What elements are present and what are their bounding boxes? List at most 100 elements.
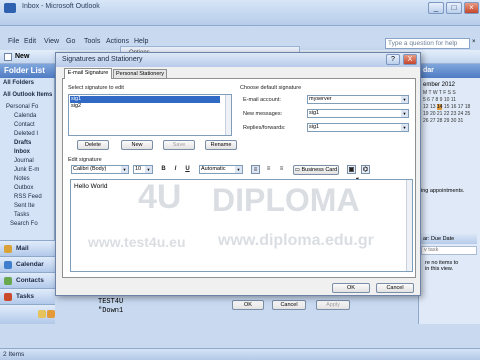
dialog-title: Signatures and Stationery — [56, 53, 420, 67]
folder-item[interactable]: Journal — [14, 158, 34, 164]
options-ok-button[interactable]: OK — [232, 300, 264, 310]
chevron-down-icon: ▼ — [401, 124, 408, 131]
edit-signature-label: Edit signature — [68, 157, 102, 163]
minimize-button[interactable]: _ — [428, 2, 444, 14]
help-search-input[interactable]: Type a question for help — [385, 38, 470, 49]
rename-signature-button[interactable]: Rename — [205, 140, 237, 150]
italic-button[interactable]: I — [171, 165, 180, 174]
insert-picture-icon[interactable]: ▣ — [347, 165, 356, 174]
menu-go[interactable]: Go — [66, 38, 75, 45]
new-messages-select[interactable]: sig1 ▼ — [307, 109, 409, 118]
editor-scrollbar[interactable] — [406, 180, 412, 271]
preview-line-2: "Down1 — [98, 307, 124, 315]
menu-actions[interactable]: Actions — [106, 38, 129, 45]
status-bar: 2 Items — [0, 348, 480, 360]
dialog-help-button[interactable]: ? — [386, 54, 400, 65]
folder-item[interactable]: Search Fo — [10, 221, 38, 227]
folder-item[interactable]: Tasks — [14, 212, 29, 218]
window-title: Inbox - Microsoft Outlook — [22, 3, 100, 10]
contacts-icon — [4, 277, 12, 285]
tasks-icon — [4, 293, 12, 301]
folder-item[interactable]: Personal Fo — [6, 104, 38, 110]
calendar-icon — [4, 261, 12, 269]
menu-file[interactable]: File — [8, 38, 19, 45]
menu-edit[interactable]: Edit — [24, 38, 36, 45]
todo-bar: dar ember 2012 M T W T F S S5 6 7 8 9 10… — [418, 64, 480, 324]
align-center-icon[interactable]: ≡ — [264, 165, 273, 174]
align-right-icon[interactable]: ≡ — [277, 165, 286, 174]
dialog-ok-button[interactable]: OK — [332, 283, 370, 293]
dialog-close-button[interactable]: X — [403, 54, 417, 65]
signature-list-scrollbar[interactable] — [225, 95, 231, 135]
nav-shortcuts-bar — [0, 304, 55, 324]
underline-button[interactable]: U — [183, 165, 192, 174]
folder-item[interactable]: Inbox — [14, 149, 30, 155]
menu-tools[interactable]: Tools — [84, 38, 100, 45]
folder-item[interactable]: Sent Ite — [14, 203, 35, 209]
nav-contacts[interactable]: Contacts — [0, 272, 55, 288]
outlook-icon — [4, 3, 16, 13]
options-apply-button[interactable]: Apply — [316, 300, 350, 310]
folder-item[interactable]: Junk E-m — [14, 167, 39, 173]
mini-calendar[interactable]: M T W T F S S5 6 7 8 9 10 11 12 13 14 15 … — [423, 90, 479, 150]
all-folders-label: All Folders — [3, 80, 35, 86]
maximize-button[interactable]: □ — [446, 2, 462, 14]
preview-line-1: TEST4U — [98, 298, 124, 306]
folder-item[interactable]: Deleted I — [14, 131, 38, 137]
new-mail-icon — [4, 53, 12, 61]
signature-item[interactable]: sig1 — [70, 96, 220, 103]
signature-editor[interactable]: Hello World — [70, 179, 413, 272]
menu-help[interactable]: Help — [134, 38, 148, 45]
close-doc-icon[interactable]: × — [472, 39, 476, 45]
new-button[interactable]: New — [15, 53, 29, 60]
signature-item[interactable]: sig2 — [70, 103, 220, 110]
chevron-down-icon: ▼ — [401, 110, 408, 117]
folder-item[interactable]: Calenda — [14, 113, 36, 119]
new-task-input[interactable]: v task — [421, 246, 477, 255]
nav-tasks[interactable]: Tasks — [0, 288, 55, 304]
dialog-cancel-button[interactable]: Cancel — [376, 283, 414, 293]
folder-item[interactable]: Drafts — [14, 140, 31, 146]
folder-pane-title: Folder List — [0, 64, 55, 78]
tab-email-signature[interactable]: E-mail Signature — [64, 68, 112, 79]
folder-shortcut-icon[interactable] — [38, 310, 46, 318]
font-select[interactable]: Calibri (Body) ▼ — [71, 165, 129, 174]
delete-signature-button[interactable]: Delete — [77, 140, 109, 150]
font-size-select[interactable]: 10 ▼ — [133, 165, 153, 174]
chevron-down-icon: ▼ — [145, 166, 152, 173]
all-items-label[interactable]: All Outlook Items — [3, 92, 52, 98]
align-left-icon[interactable]: ≡ — [251, 165, 260, 174]
chevron-down-icon: ▼ — [401, 96, 408, 103]
editor-text: Hello World — [74, 183, 108, 190]
insert-hyperlink-icon[interactable]: ⌬ — [361, 165, 370, 174]
window-titlebar: Inbox - Microsoft Outlook _ □ × — [0, 0, 480, 26]
options-cancel-button[interactable]: Cancel — [272, 300, 306, 310]
folder-pane: Folder List All Folders All Outlook Item… — [0, 64, 55, 324]
save-signature-button[interactable]: Save — [163, 140, 195, 150]
notes-shortcut-icon[interactable] — [47, 310, 55, 318]
font-color-select[interactable]: Automatic ▼ — [199, 165, 243, 174]
replies-select[interactable]: sig1 ▼ — [307, 123, 409, 132]
signature-list[interactable]: sig1 sig2 — [68, 94, 232, 136]
nav-calendar[interactable]: Calendar — [0, 256, 55, 272]
mail-icon — [4, 245, 12, 253]
task-sort-header[interactable]: ar: Due Date — [421, 234, 477, 244]
new-messages-label: New messages: — [243, 111, 283, 117]
chevron-down-icon: ▼ — [235, 166, 242, 173]
email-account-select[interactable]: myserver ▼ — [307, 95, 409, 104]
folder-item[interactable]: Outbox — [14, 185, 33, 191]
folder-item[interactable]: Contact — [14, 122, 35, 128]
folder-item[interactable]: Notes — [14, 176, 30, 182]
no-appointments-text: ing appointments. — [421, 188, 465, 194]
nav-mail[interactable]: Mail — [0, 240, 55, 256]
todo-bar-title: dar — [419, 64, 480, 78]
close-button[interactable]: × — [464, 2, 479, 14]
menu-view[interactable]: View — [44, 38, 59, 45]
no-items-text: re no items to in this view. — [425, 260, 459, 272]
new-signature-button[interactable]: New — [121, 140, 153, 150]
business-card-button[interactable]: ▭ Business Card — [293, 165, 339, 175]
default-signature-label: Choose default signature — [240, 85, 302, 91]
folder-item[interactable]: RSS Feed — [14, 194, 42, 200]
calendar-month: ember 2012 — [423, 82, 456, 88]
bold-button[interactable]: B — [159, 165, 168, 174]
